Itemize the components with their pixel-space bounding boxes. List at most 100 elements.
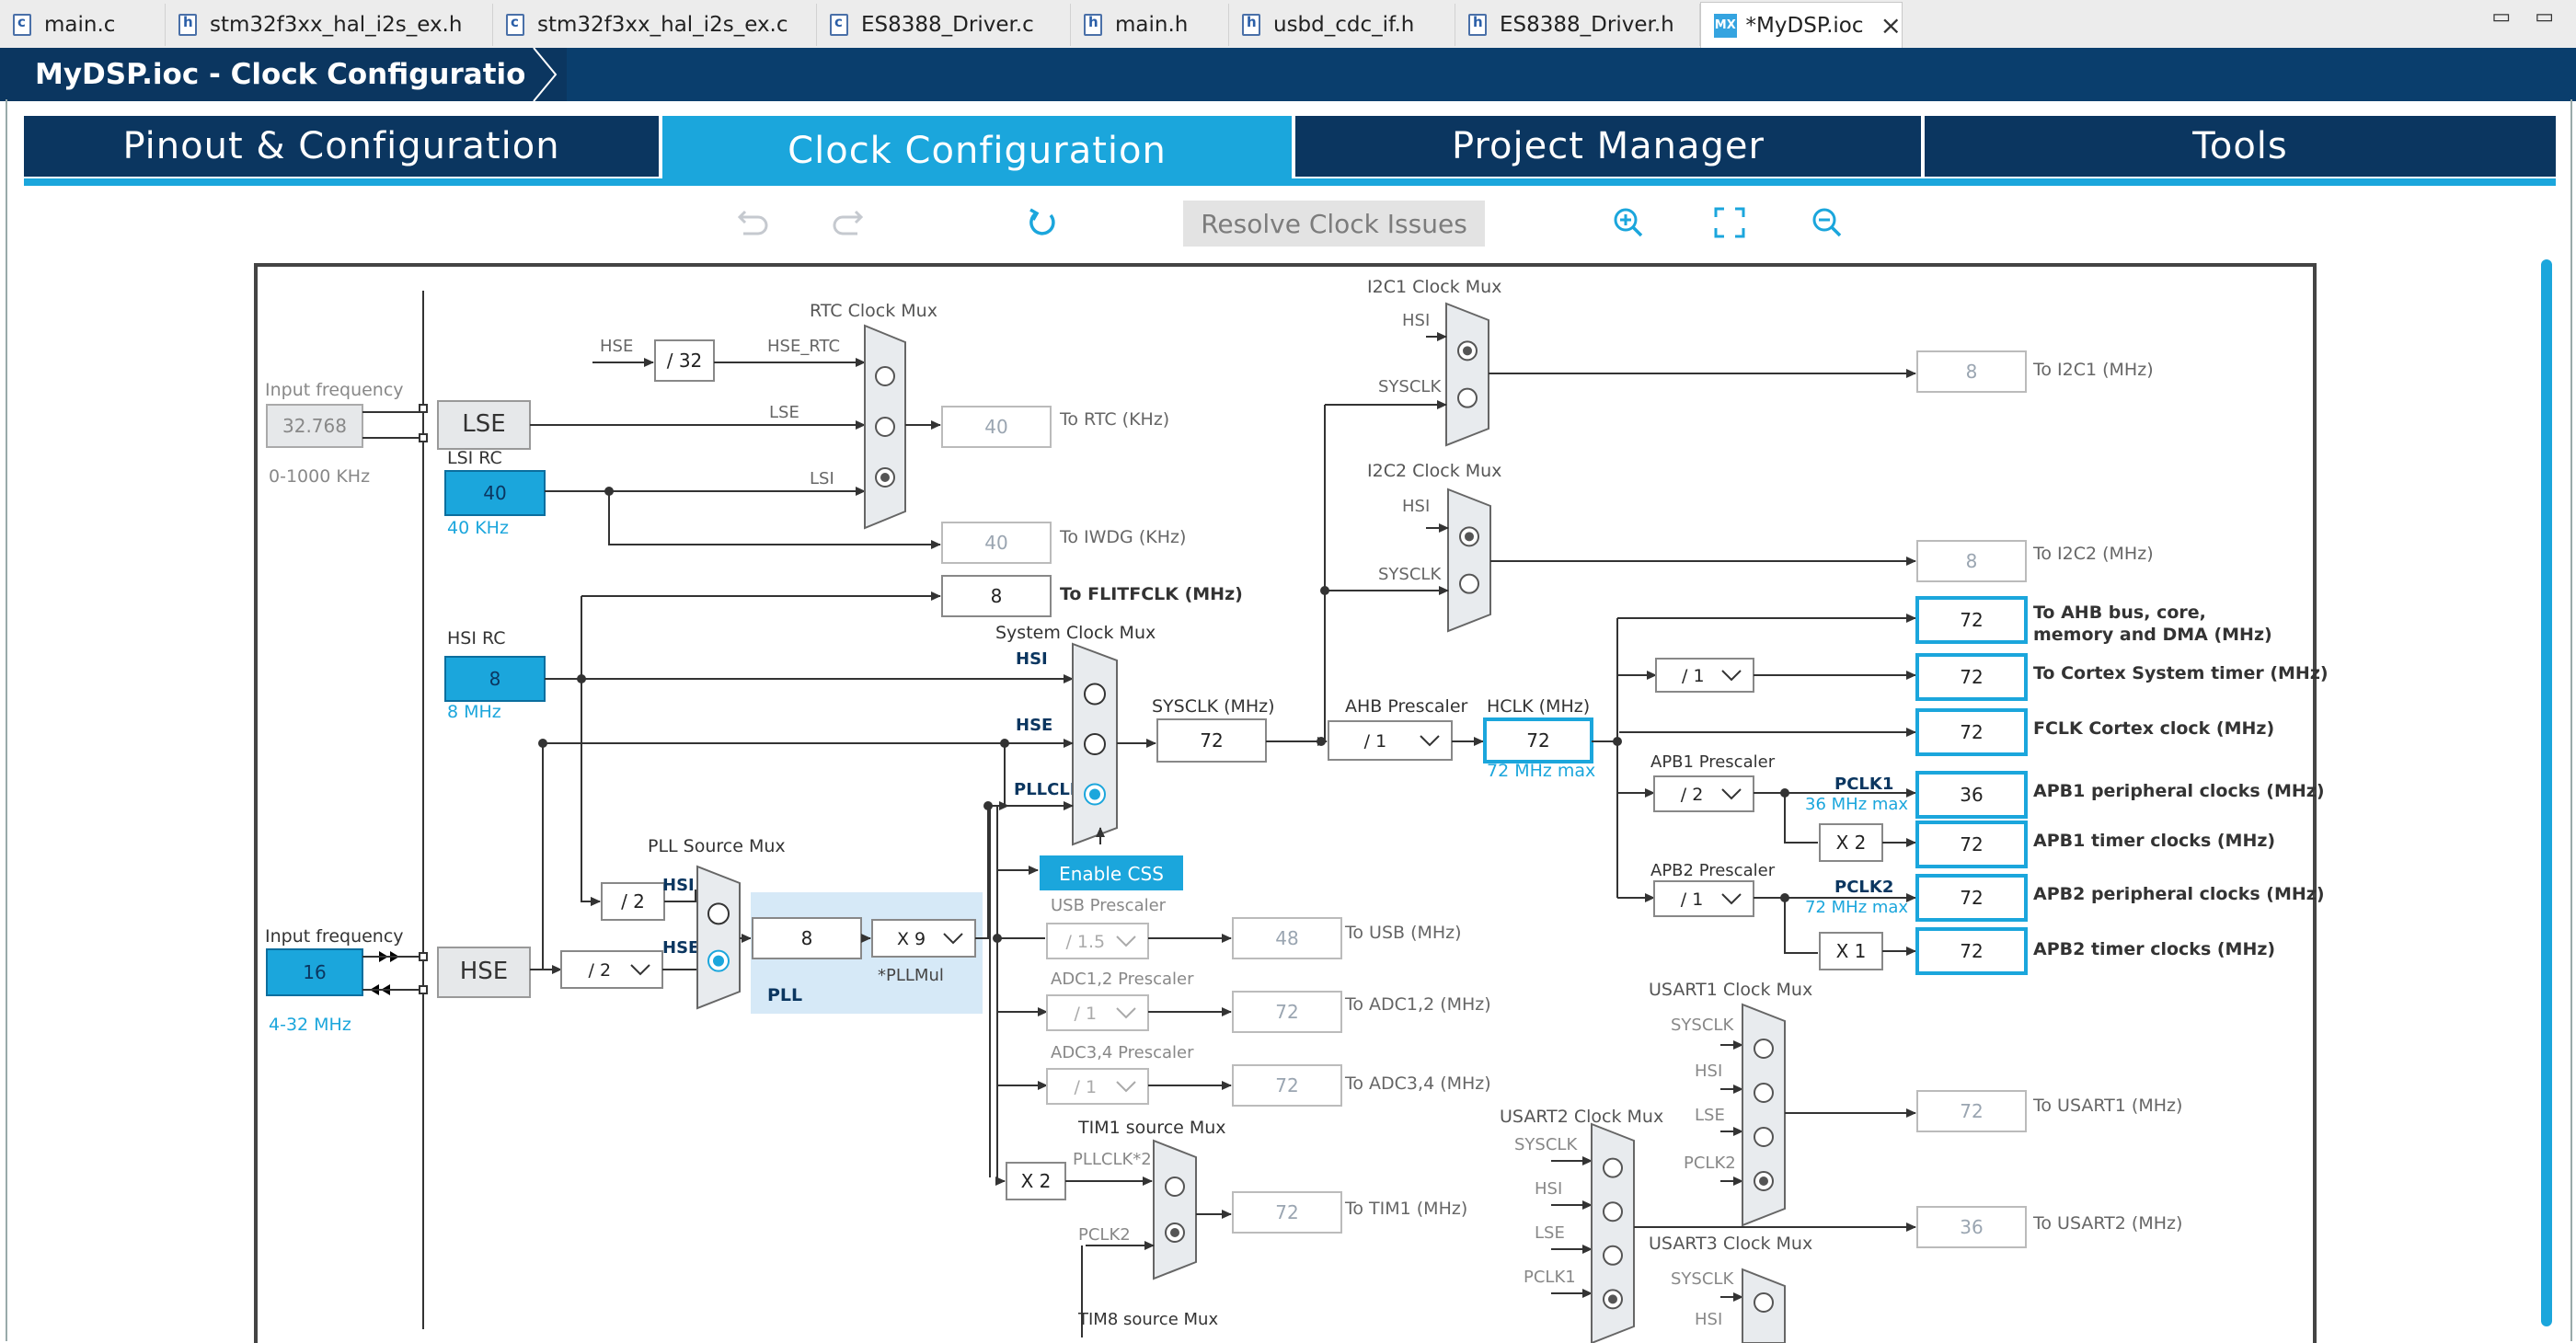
diagram-label: APB2 Prescaler: [1650, 861, 1776, 880]
diagram-label: SYSCLK: [1378, 565, 1442, 584]
apb2-peripheral-output-text: 72: [1960, 887, 1983, 909]
ahb-output-box-text: 72: [1960, 609, 1983, 631]
apb1-prescaler-dropdown[interactable]: [1653, 775, 1754, 812]
diagram-label: SYSCLK: [1671, 1016, 1734, 1035]
connector: [419, 952, 428, 961]
diagram-label: PCLK1: [1834, 775, 1893, 794]
diagram-label: HSI: [1016, 649, 1048, 669]
diagram-label: SYSCLK: [1671, 1269, 1734, 1289]
mux-radio-button[interactable]: [707, 902, 730, 925]
diagram-label: HSI: [1402, 497, 1430, 516]
mux-radio-button[interactable]: [1754, 1127, 1774, 1147]
junction-dot: [1320, 586, 1329, 595]
dropdown-value: / 1: [1682, 666, 1705, 686]
dropdown-value: / 1: [1075, 1077, 1098, 1097]
apb1-timer-multiplier-text: X 2: [1836, 832, 1867, 854]
lse-block-text: LSE: [462, 410, 505, 438]
signal-line: [581, 596, 601, 906]
mux-radio-button[interactable]: [1754, 1083, 1774, 1103]
diagram-label: ADC1,2 Prescaler: [1051, 970, 1194, 989]
diagram-label: I2C2 Clock Mux: [1367, 461, 1501, 481]
mux-radio-button[interactable]: [1165, 1177, 1185, 1197]
diagram-label: FCLK Cortex clock (MHz): [2033, 718, 2274, 739]
pll-input-box-text: 8: [801, 927, 813, 949]
diagram-label: To I2C1 (MHz): [2032, 360, 2154, 380]
cortex-timer-output-text: 72: [1960, 666, 1983, 688]
dropdown-value: / 1.5: [1065, 932, 1105, 952]
diagram-label: 72 MHz max: [1487, 761, 1595, 781]
diagram-label: APB2 peripheral clocks (MHz): [2033, 884, 2325, 904]
connector: [419, 404, 428, 413]
apb1-timer-output-text: 72: [1960, 833, 1983, 855]
diagram-label: LSE: [1535, 1223, 1565, 1243]
mux-radio-selected: [1170, 1228, 1179, 1237]
adc34-prescaler-dropdown[interactable]: [1046, 1068, 1149, 1105]
diagram-label: PLL: [767, 985, 802, 1005]
diagram-label: 4-32 MHz: [269, 1015, 351, 1035]
diagram-label: memory and DMA (MHz): [2033, 625, 2272, 645]
diagram-label: PCLK1: [1524, 1268, 1576, 1287]
diagram-label: HSI: [1695, 1310, 1722, 1329]
mux-radio-button[interactable]: [1754, 1039, 1774, 1059]
mux-radio-button[interactable]: [1603, 1201, 1623, 1222]
mux-radio-button[interactable]: [1084, 683, 1106, 706]
fclk-output-text: 72: [1960, 721, 1983, 743]
i2c2-output-box-text: 8: [1966, 550, 1978, 572]
diagram-label: To USB (MHz): [1344, 923, 1462, 943]
mux-radio-button[interactable]: [875, 366, 895, 386]
lsi-rc-block-text: 40: [483, 482, 506, 504]
i2c1-output-box-text: 8: [1966, 361, 1978, 383]
diagram-label: TIM8 source Mux: [1077, 1310, 1218, 1329]
diagram-label: To Cortex System timer (MHz): [2033, 663, 2329, 683]
mux-radio-button[interactable]: [875, 417, 895, 437]
mux-radio-button[interactable]: [1603, 1245, 1623, 1266]
diagram-label: APB1 peripheral clocks (MHz): [2033, 781, 2325, 801]
usb-output-box-text: 48: [1275, 927, 1298, 949]
diagram-label: 40 KHz: [447, 518, 509, 538]
diagram-label: To ADC1,2 (MHz): [1344, 994, 1491, 1015]
diagram-label: USART1 Clock Mux: [1649, 980, 1812, 1000]
diagram-label: To AHB bus, core,: [2033, 603, 2206, 623]
hsi-pll-divider-text: / 2: [621, 890, 645, 913]
adc12-prescaler-dropdown[interactable]: [1046, 994, 1149, 1031]
diagram-label: I2C1 Clock Mux: [1367, 277, 1501, 297]
enable-css-label: Enable CSS: [1059, 863, 1164, 885]
diagram-label: APB1 Prescaler: [1650, 752, 1776, 772]
lse-frequency-input-text: 32.768: [282, 415, 347, 437]
connector: [419, 985, 428, 994]
diagram-label: LSE: [769, 403, 799, 422]
apb2-prescaler-dropdown[interactable]: [1653, 880, 1754, 917]
apb2-timer-output-text: 72: [1960, 940, 1983, 962]
hse-divider-dropdown[interactable]: [560, 950, 663, 989]
diagram-label: LSE: [1695, 1106, 1725, 1125]
diagram-label: HSI: [1402, 311, 1430, 330]
diagram-label: To TIM1 (MHz): [1344, 1199, 1467, 1219]
mux-radio-button[interactable]: [1084, 733, 1106, 755]
adc34-output-box-text: 72: [1275, 1074, 1298, 1096]
diagram-label: LSI RC: [447, 448, 502, 468]
dropdown-value: / 1: [1364, 731, 1387, 752]
diagram-label: To RTC (KHz): [1059, 409, 1169, 430]
diagram-label: HSE: [662, 938, 699, 958]
diagram-label: AHB Prescaler: [1345, 696, 1468, 717]
diagram-label: *PLLMul: [878, 966, 944, 985]
cortex-timer-dropdown[interactable]: [1655, 658, 1754, 693]
mux-radio-button[interactable]: [1457, 387, 1478, 408]
i2c2-clock-mux: [1447, 488, 1491, 633]
diagram-label: Input frequency: [265, 380, 404, 400]
mux-radio-button[interactable]: [1459, 573, 1479, 594]
diagram-label: HSI: [662, 876, 695, 895]
rtc-hse-divider-text: / 32: [667, 350, 703, 372]
connector: [419, 433, 428, 442]
signal-line: [990, 805, 998, 1141]
diagram-label: To USART1 (MHz): [2032, 1096, 2182, 1116]
diagram-label: RTC Clock Mux: [810, 301, 937, 321]
diagram-label: ADC3,4 Prescaler: [1051, 1043, 1194, 1062]
mux-radio-button[interactable]: [1603, 1157, 1623, 1178]
rtc-output-box-text: 40: [984, 416, 1007, 438]
diagram-label: PLLCLK*2: [1073, 1150, 1152, 1169]
iwdg-output-box-text: 40: [984, 532, 1007, 554]
diagram-label: HSI RC: [447, 628, 506, 649]
mux-radio-button[interactable]: [1754, 1292, 1774, 1313]
diagram-label: HSE: [600, 337, 633, 356]
